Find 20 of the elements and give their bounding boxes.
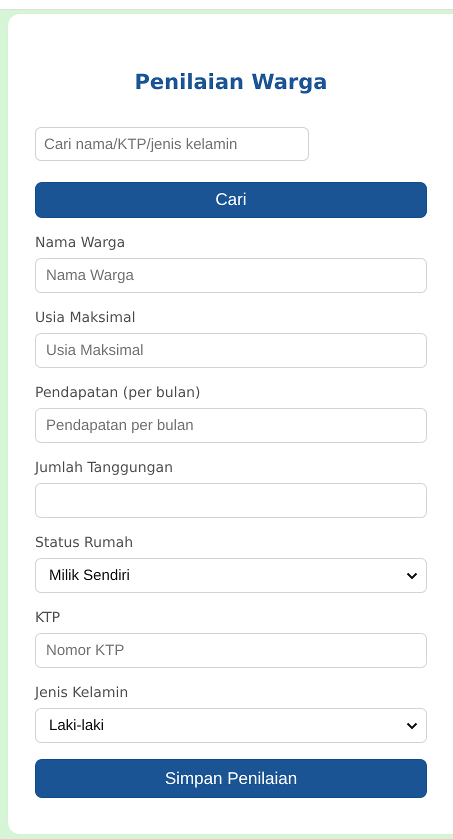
field-label: Pendapatan (per bulan) (35, 384, 200, 402)
select-field[interactable]: Laki-laki (35, 708, 427, 743)
chevron-down-icon (406, 722, 418, 730)
field-label: KTP (35, 609, 60, 627)
field-label: Jumlah Tanggungan (35, 459, 173, 477)
search-field[interactable]: Cari nama/KTP/jenis kelamin (35, 127, 309, 161)
input-field[interactable]: Nomor KTP (35, 633, 427, 668)
field-label: Usia Maksimal (35, 309, 136, 327)
input-field[interactable]: Nama Warga (35, 258, 427, 293)
submit-button[interactable]: Simpan Penilaian (35, 759, 427, 798)
input-field[interactable]: Usia Maksimal (35, 333, 427, 368)
field-label: Jenis Kelamin (35, 684, 128, 702)
page-title: Penilaian Warga (134, 69, 328, 94)
input-field[interactable]: Pendapatan per bulan (35, 408, 427, 443)
search-button[interactable]: Cari (35, 182, 427, 218)
chevron-down-icon (406, 572, 418, 580)
field-label: Status Rumah (35, 534, 134, 552)
select-field[interactable]: Milik Sendiri (35, 558, 427, 593)
input-field[interactable] (35, 483, 427, 518)
field-label: Nama Warga (35, 234, 126, 252)
